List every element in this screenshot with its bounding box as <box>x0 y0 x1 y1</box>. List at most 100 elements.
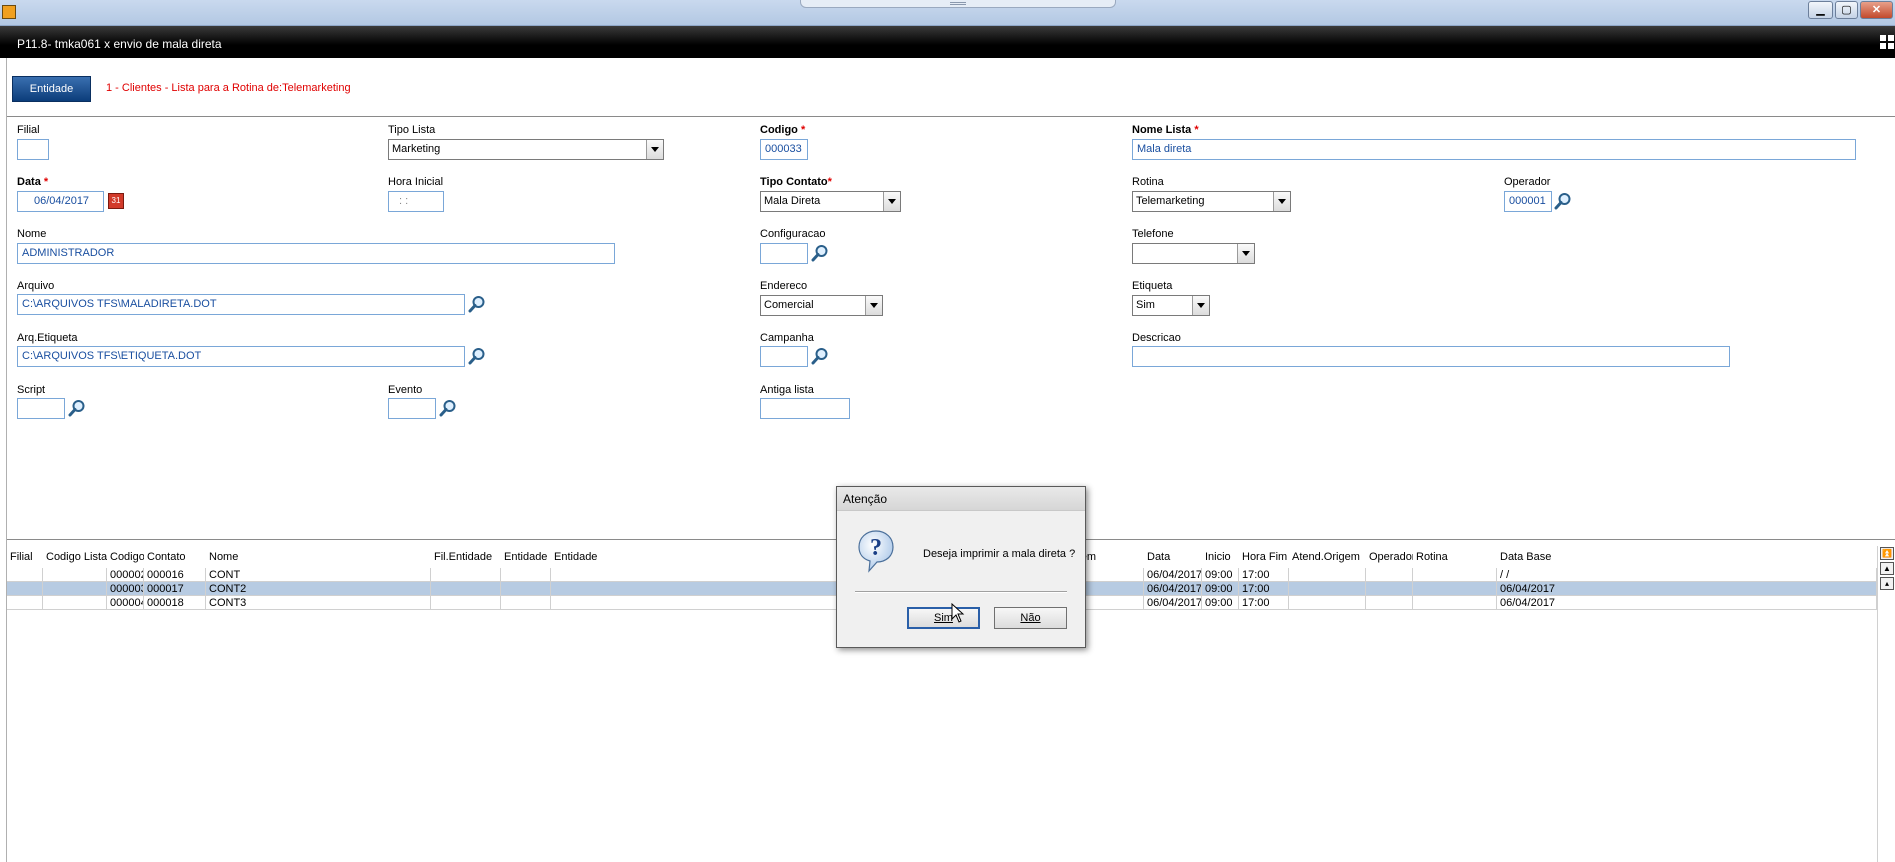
search-icon[interactable] <box>811 347 829 365</box>
left-rail <box>0 58 7 862</box>
search-icon[interactable] <box>468 295 486 313</box>
nome-lista-field[interactable]: Mala direta <box>1132 139 1856 160</box>
grid-header[interactable]: Entidade <box>551 548 884 566</box>
scroll-up-icon[interactable]: ▴ <box>1880 577 1894 590</box>
hora-inicial-field[interactable]: : : <box>388 191 444 212</box>
grid-header[interactable]: Rotina <box>1413 548 1497 566</box>
telefone-label: Telefone <box>1132 228 1174 240</box>
descricao-field[interactable] <box>1132 346 1730 367</box>
table-cell: 06/04/2017 <box>1497 582 1877 596</box>
etiqueta-select[interactable]: Sim <box>1132 295 1210 316</box>
tipo-lista-select[interactable]: Marketing <box>388 139 664 160</box>
table-cell: 09:00 <box>1202 568 1239 582</box>
chevron-down-icon[interactable] <box>1192 296 1209 315</box>
arquivo-field[interactable]: C:\ARQUIVOS TFS\MALADIRETA.DOT <box>17 294 465 315</box>
tipo-contato-select[interactable]: Mala Direta <box>760 191 901 212</box>
confirm-dialog: Atenção ? Deseja imprimir a mala direta … <box>836 486 1086 648</box>
configuracao-field[interactable] <box>760 243 808 264</box>
grid-header[interactable]: Hora Fim <box>1239 548 1289 566</box>
table-cell <box>551 582 884 596</box>
search-icon[interactable] <box>468 347 486 365</box>
grid-header[interactable]: Contato <box>144 548 206 566</box>
filial-field[interactable] <box>17 139 49 160</box>
chevron-down-icon[interactable] <box>865 296 882 315</box>
table-cell: 06/04/2017 <box>1144 596 1202 610</box>
nome-lista-label: Nome Lista * <box>1132 124 1199 136</box>
scroll-page-up-icon[interactable]: ▲ <box>1880 562 1894 575</box>
grid-header[interactable]: Entidade <box>501 548 551 566</box>
grid-header[interactable]: Operador <box>1366 548 1413 566</box>
close-button[interactable]: ✕ <box>1860 1 1893 19</box>
chevron-down-icon[interactable] <box>883 192 900 211</box>
tipo-contato-value: Mala Direta <box>764 195 821 207</box>
arq-etiqueta-field[interactable]: C:\ARQUIVOS TFS\ETIQUETA.DOT <box>17 346 465 367</box>
nome-field[interactable]: ADMINISTRADOR <box>17 243 615 264</box>
codigo-field[interactable]: 000033 <box>760 139 808 160</box>
entity-caption: 1 - Clientes - Lista para a Rotina de:Te… <box>106 82 351 94</box>
grid-header[interactable]: Filial <box>7 548 43 566</box>
rotina-select[interactable]: Telemarketing <box>1132 191 1291 212</box>
table-cell <box>501 568 551 582</box>
table-cell <box>1413 568 1497 582</box>
entidade-button[interactable]: Entidade <box>12 76 91 102</box>
table-cell <box>7 582 43 596</box>
dialog-message: Deseja imprimir a mala direta ? <box>923 548 1076 560</box>
divider <box>7 116 1895 117</box>
table-cell: 17:00 <box>1239 568 1289 582</box>
mouse-cursor-icon <box>951 603 965 623</box>
table-cell <box>1289 582 1366 596</box>
restore-button[interactable]: ▢ <box>1835 1 1858 19</box>
table-cell <box>43 596 107 610</box>
grid-header[interactable]: Codigo <box>107 548 144 566</box>
evento-field[interactable] <box>388 398 436 419</box>
minimize-button[interactable]: ▁ <box>1808 1 1833 19</box>
search-icon[interactable] <box>811 244 829 262</box>
required-marker: * <box>827 176 832 188</box>
grid-header[interactable]: Atend.Origem <box>1289 548 1366 566</box>
app-title-bar: P11.8- tmka061 x envio de mala direta <box>0 26 1895 58</box>
operador-field[interactable]: 000001 <box>1504 191 1552 212</box>
data-label: Data * <box>17 176 48 188</box>
table-cell: / / <box>1497 568 1877 582</box>
endereco-label: Endereco <box>760 280 808 292</box>
scroll-top-icon[interactable]: ⏫ <box>1880 547 1894 560</box>
window-title: P11.8- tmka061 x envio de mala direta <box>17 37 222 51</box>
search-icon[interactable] <box>439 399 457 417</box>
search-icon[interactable] <box>68 399 86 417</box>
grid-scrollbar[interactable]: ⏫ ▲ ▴ <box>1877 546 1895 862</box>
grid-header[interactable]: Data <box>1144 548 1202 566</box>
grid-header[interactable]: Nome <box>206 548 431 566</box>
grid-menu-icon[interactable] <box>1880 35 1894 49</box>
chevron-down-icon[interactable] <box>1237 244 1254 263</box>
no-button[interactable]: Não <box>994 607 1067 629</box>
grid-header[interactable]: Fil.Entidade <box>431 548 501 566</box>
table-cell: 17:00 <box>1239 582 1289 596</box>
table-cell: 000002 <box>107 568 144 582</box>
script-field[interactable] <box>17 398 65 419</box>
chevron-down-icon[interactable] <box>646 140 663 159</box>
table-cell: 17:00 <box>1239 596 1289 610</box>
telefone-select[interactable] <box>1132 243 1255 264</box>
chevron-down-icon[interactable] <box>1273 192 1290 211</box>
campanha-field[interactable] <box>760 346 808 367</box>
tipo-contato-label-text: Tipo Contato <box>760 176 828 188</box>
antiga-lista-field[interactable] <box>760 398 850 419</box>
required-marker: * <box>43 176 49 188</box>
table-cell: CONT2 <box>206 582 431 596</box>
tipo-lista-label: Tipo Lista <box>388 124 436 136</box>
question-icon: ? <box>858 530 894 573</box>
data-field[interactable]: 06/04/2017 <box>17 191 104 212</box>
table-cell <box>7 568 43 582</box>
codigo-label-text: Codigo <box>760 124 798 136</box>
calendar-icon[interactable]: 31 <box>108 193 124 209</box>
grid-header[interactable]: Inicio <box>1202 548 1239 566</box>
grid-header[interactable]: Data Base <box>1497 548 1877 566</box>
arquivo-label: Arquivo <box>17 280 55 292</box>
grid-header[interactable]: Codigo Lista <box>43 548 107 566</box>
etiqueta-label: Etiqueta <box>1132 280 1173 292</box>
endereco-select[interactable]: Comercial <box>760 295 883 316</box>
table-cell: 000016 <box>144 568 206 582</box>
yes-button[interactable]: Sim <box>907 607 980 629</box>
table-cell <box>43 582 107 596</box>
search-icon[interactable] <box>1554 192 1572 210</box>
